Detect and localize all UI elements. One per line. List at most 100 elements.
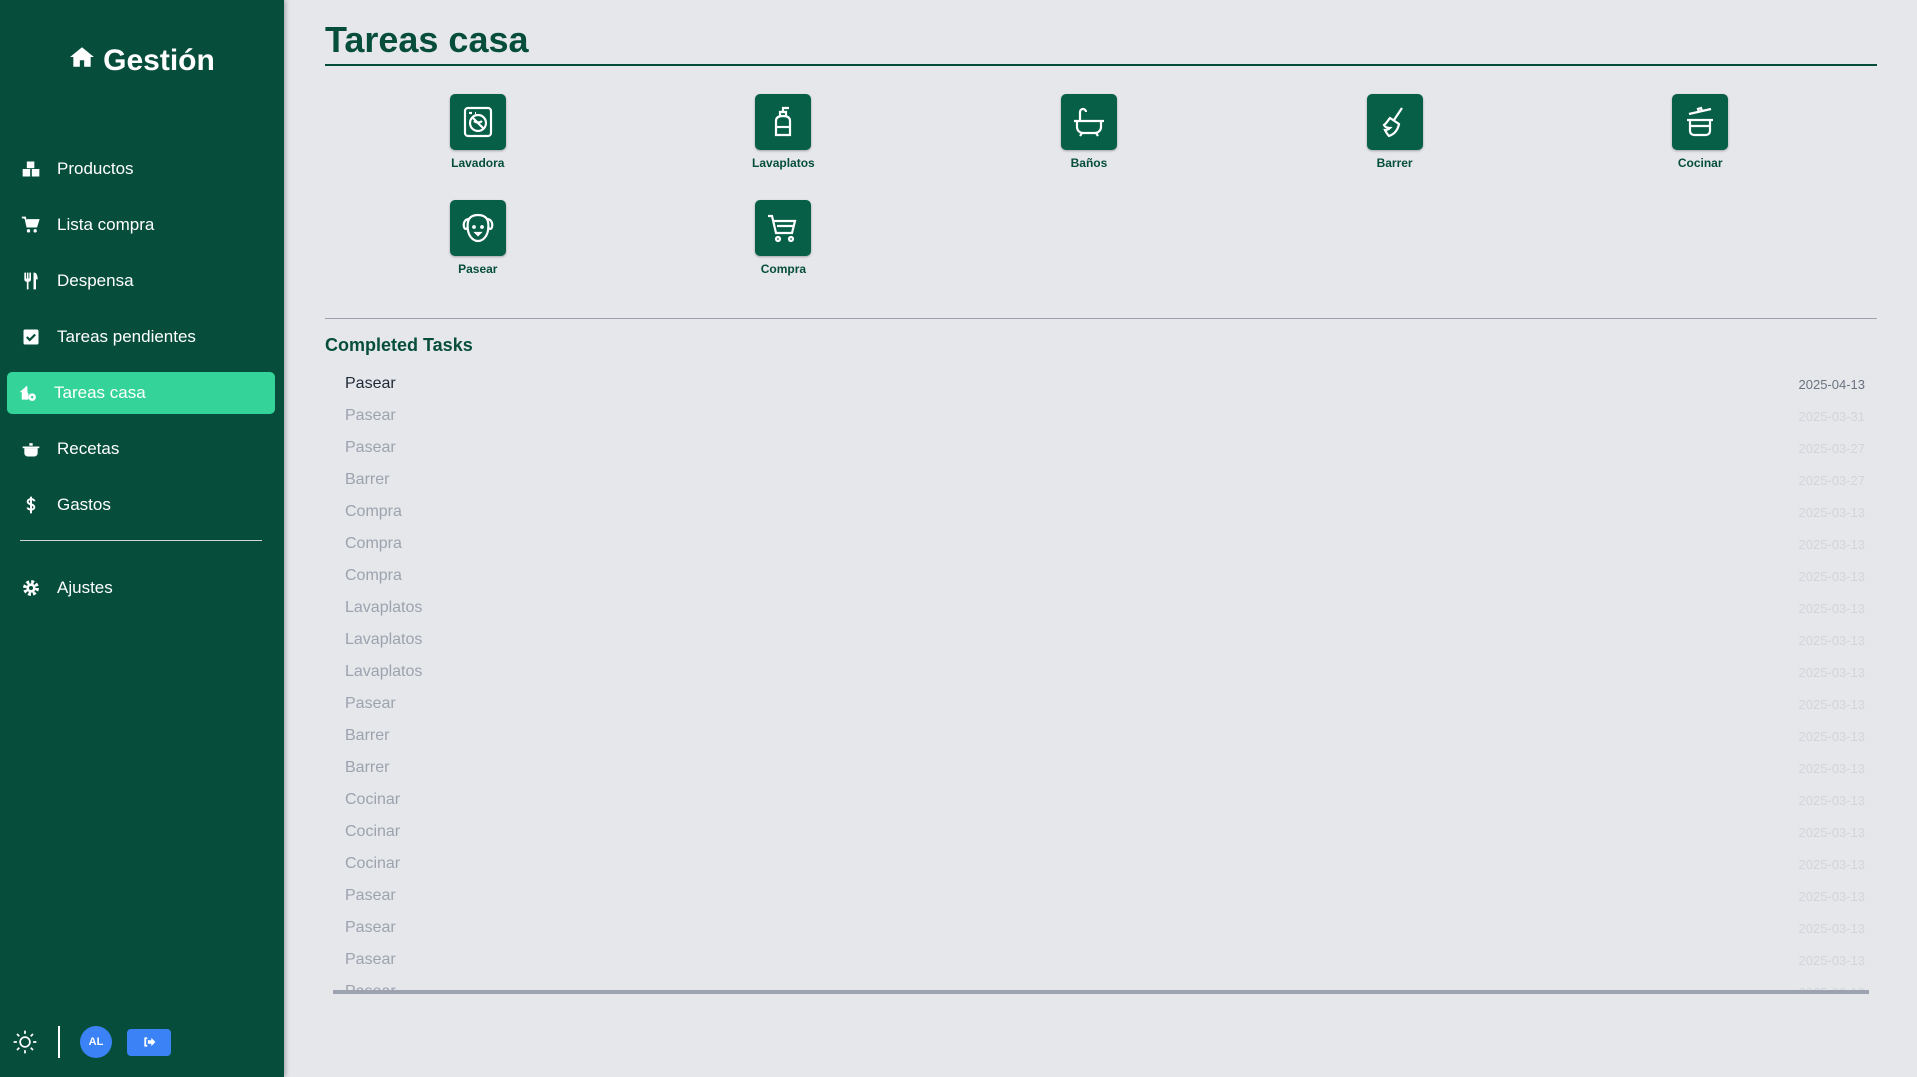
task-name: Compra [345,535,402,552]
task-name: Compra [345,567,402,584]
task-date: 2025-03-13 [1798,568,1866,584]
list-item: Cocinar 2025-03-13 [333,816,1869,848]
task-date: 2025-03-13 [1798,952,1866,968]
list-item: Compra 2025-03-13 [333,496,1869,528]
sidebar-item-gastos[interactable]: Gastos [7,484,275,526]
list-item: Pasear 2025-03-13 [333,880,1869,912]
list-item: Pasear 2025-03-31 [333,400,1869,432]
list-item: Lavaplatos 2025-03-13 [333,624,1869,656]
list-item: Cocinar 2025-03-13 [333,848,1869,880]
task-label: Pasear [458,262,498,276]
list-item: Pasear 2025-03-27 [333,432,1869,464]
page-title: Tareas casa [325,18,1877,66]
shopping-cart-icon [755,200,812,256]
task-grid: Lavadora Lavaplatos Baños Barrer Cocinar [325,94,1877,276]
task-name: Cocinar [345,855,401,872]
sidebar-item-despensa[interactable]: Despensa [7,260,275,302]
task-name: Pasear [345,375,396,392]
task-date: 2025-04-13 [1798,376,1866,392]
task-date: 2025-03-13 [1798,792,1866,808]
sidebar-nav: Productos Lista compra Despensa Tareas p… [7,148,275,623]
broom-icon [1366,94,1423,150]
logout-icon [144,1037,156,1047]
task-date: 2025-03-13 [1798,504,1866,520]
sidebar-item-productos[interactable]: Productos [7,148,275,190]
task-cocinar[interactable]: Cocinar [1547,94,1853,170]
task-date: 2025-03-13 [1798,632,1866,648]
sidebar-item-label: Gastos [57,495,111,514]
bathtub-icon [1060,94,1117,150]
main-content: Tareas casa Lavadora Lavaplatos Baños Ba… [325,0,1877,994]
list-item: Lavaplatos 2025-03-13 [333,592,1869,624]
task-label: Baños [1070,156,1108,170]
task-label: Barrer [1376,156,1413,170]
task-name: Lavaplatos [345,599,423,616]
footer-separator [58,1026,60,1058]
list-item: Barrer 2025-03-13 [333,752,1869,784]
completed-tasks-title: Completed Tasks [325,335,473,355]
task-name: Pasear [345,983,396,994]
section-divider [325,318,1877,319]
sidebar-item-label: Productos [57,159,134,178]
task-name: Pasear [345,407,396,424]
sidebar-footer: AL [12,1025,171,1059]
soap-bottle-icon [755,94,812,150]
sidebar-item-label: Tareas pendientes [57,327,196,346]
brand[interactable]: Gestión [0,44,284,78]
list-item: Barrer 2025-03-13 [333,720,1869,752]
task-date: 2025-03-13 [1798,984,1866,994]
task-date: 2025-03-13 [1798,920,1866,936]
task-pasear[interactable]: Pasear [325,200,631,276]
completed-tasks-list[interactable]: Pasear 2025-04-13 Pasear 2025-03-31 Pasear… [333,368,1869,994]
task-date: 2025-03-31 [1798,408,1866,424]
task-date: 2025-03-13 [1798,856,1866,872]
gear-icon [20,577,42,599]
list-item: Cocinar 2025-03-13 [333,784,1869,816]
list-item: Lavaplatos 2025-03-13 [333,656,1869,688]
task-compra[interactable]: Compra [631,200,937,276]
sidebar-item-ajustes[interactable]: Ajustes [7,567,275,609]
task-label: Lavadora [451,156,505,170]
brand-title: Gestión [103,44,215,77]
task-name: Barrer [345,471,390,488]
task-name: Pasear [345,951,396,968]
pot-icon [20,438,42,460]
task-date: 2025-03-13 [1798,600,1866,616]
task-date: 2025-03-13 [1798,728,1866,744]
list-item: Pasear 2025-03-13 [333,944,1869,976]
task-barrer[interactable]: Barrer [1242,94,1548,170]
task-date: 2025-03-13 [1798,760,1866,776]
sidebar-item-tareas-casa[interactable]: Tareas casa [7,372,275,414]
cooking-pot-icon [1672,94,1729,150]
avatar[interactable]: AL [80,1026,112,1058]
task-date: 2025-03-27 [1798,472,1866,488]
sidebar-item-label: Tareas casa [54,383,146,402]
sidebar-item-lista-compra[interactable]: Lista compra [7,204,275,246]
task-lavaplatos[interactable]: Lavaplatos [631,94,937,170]
cart-icon [20,214,42,236]
dollar-icon [20,494,42,516]
task-name: Pasear [345,887,396,904]
theme-toggle-sun-icon[interactable] [12,1029,38,1055]
list-item: Compra 2025-03-13 [333,560,1869,592]
sidebar-item-recetas[interactable]: Recetas [7,428,275,470]
sidebar-item-label: Lista compra [57,215,155,234]
task-label: Lavaplatos [752,156,815,170]
logout-button[interactable] [127,1028,171,1056]
checkbox-icon [20,326,42,348]
task-name: Pasear [345,439,396,456]
task-name: Compra [345,503,402,520]
home-icon [69,44,95,78]
sidebar-item-label: Despensa [57,271,134,290]
task-lavadora[interactable]: Lavadora [325,94,631,170]
task-name: Barrer [345,727,390,744]
list-item: Pasear 2025-03-13 [333,688,1869,720]
task-date: 2025-03-13 [1798,824,1866,840]
sidebar-item-tareas-pendientes[interactable]: Tareas pendientes [7,316,275,358]
task-label: Compra [760,262,807,276]
task-banos[interactable]: Baños [936,94,1242,170]
list-item: Compra 2025-03-13 [333,528,1869,560]
task-date: 2025-03-27 [1798,440,1866,456]
task-name: Pasear [345,919,396,936]
sidebar-item-label: Recetas [57,439,120,458]
